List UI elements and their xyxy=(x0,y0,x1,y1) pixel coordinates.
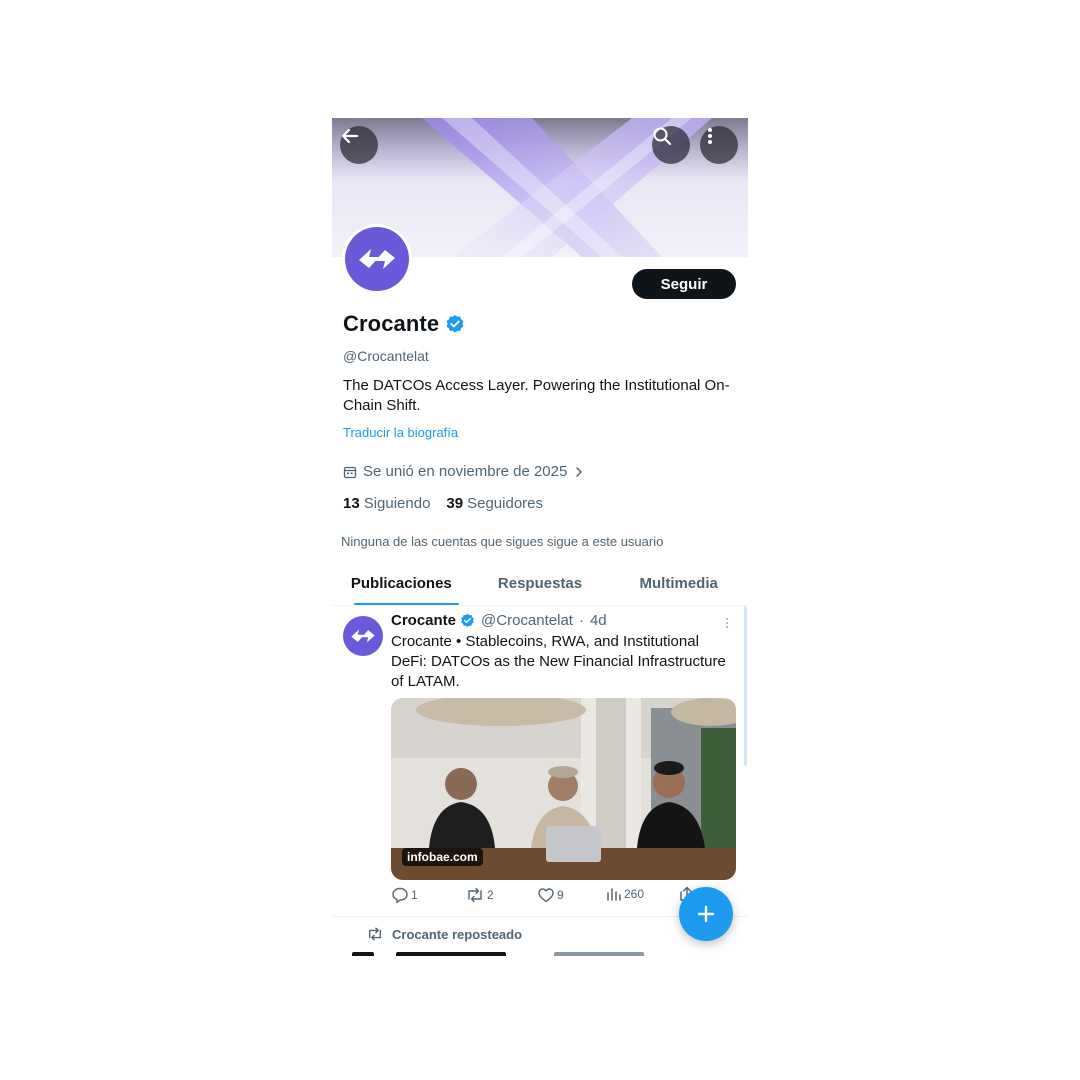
reply-button[interactable]: 1 xyxy=(391,886,418,904)
following-label: Siguiendo xyxy=(363,495,431,512)
tweet-header: Crocante @Crocantelat · 4d xyxy=(391,612,607,629)
tweet[interactable]: Crocante @Crocantelat · 4d Crocante • St… xyxy=(332,606,748,916)
joined-date-row[interactable]: Se unió en noviembre de 2025 xyxy=(343,463,585,480)
verified-badge-icon xyxy=(446,315,464,333)
reply-icon xyxy=(392,887,408,904)
like-count: 9 xyxy=(557,888,564,902)
followers-label: Seguidores xyxy=(467,495,543,512)
search-icon xyxy=(653,127,672,146)
repost-button[interactable]: 2 xyxy=(465,886,494,904)
heart-icon xyxy=(538,888,554,903)
profile-name-row: Crocante xyxy=(343,311,465,337)
profile-handle: @Crocantelat xyxy=(343,348,429,364)
like-button[interactable]: 9 xyxy=(537,886,564,904)
profile-tabs: Publicaciones Respuestas Multimedia xyxy=(332,570,748,606)
mutual-followers-note: Ninguna de las cuentas que sigues sigue … xyxy=(341,534,664,549)
repost-count: 2 xyxy=(487,888,494,902)
reply-count: 1 xyxy=(411,888,418,902)
analytics-icon xyxy=(607,888,621,901)
tweet-media-card[interactable]: infobae.com xyxy=(391,698,736,880)
more-options-button[interactable] xyxy=(700,126,738,164)
media-source-label: infobae.com xyxy=(402,848,483,866)
follow-stats: 13 Siguiendo 39 Seguidores xyxy=(343,495,543,512)
more-vertical-icon xyxy=(708,128,712,144)
following-link[interactable]: 13 Siguiendo xyxy=(343,495,430,512)
follow-button[interactable]: Seguir xyxy=(632,269,736,299)
following-count: 13 xyxy=(343,495,360,512)
repost-icon xyxy=(368,927,382,941)
crocante-logo-icon xyxy=(351,629,375,643)
more-vertical-icon xyxy=(725,617,729,629)
tab-publicaciones[interactable]: Publicaciones xyxy=(332,570,471,606)
profile-name: Crocante xyxy=(343,311,440,336)
tab-label: Respuestas xyxy=(497,575,583,592)
repost-context: Crocante reposteado xyxy=(366,926,522,942)
tweet-avatar[interactable] xyxy=(343,616,383,656)
profile-avatar[interactable] xyxy=(342,224,412,294)
tab-multimedia[interactable]: Multimedia xyxy=(609,570,748,606)
calendar-icon xyxy=(343,466,357,478)
arrow-left-icon xyxy=(341,128,359,144)
followers-count: 39 xyxy=(446,495,464,512)
tab-label: Publicaciones xyxy=(350,575,452,592)
chevron-right-icon xyxy=(576,466,583,477)
compose-button[interactable] xyxy=(679,887,733,941)
tweet-text: Crocante • Stablecoins, RWA, and Institu… xyxy=(391,633,726,690)
translate-bio-link[interactable]: Traducir la biografía xyxy=(343,425,458,440)
crocante-logo-icon xyxy=(359,249,395,269)
tweet-time: 4d xyxy=(589,612,607,629)
views-count: 260 xyxy=(624,887,645,901)
tweet-author-handle: @Crocantelat xyxy=(481,612,573,629)
next-tweet-header-cropped xyxy=(352,951,712,956)
profile-screen: Seguir Crocante @Crocantelat The DATCOs … xyxy=(332,118,748,956)
tweet-author-name[interactable]: Crocante xyxy=(391,612,456,629)
scrollbar[interactable] xyxy=(744,606,747,766)
joined-date: Se unió en noviembre de 2025 xyxy=(363,463,568,480)
views-button[interactable]: 260 xyxy=(606,886,644,902)
back-button[interactable] xyxy=(340,126,378,164)
tab-respuestas[interactable]: Respuestas xyxy=(471,570,610,606)
search-button[interactable] xyxy=(652,126,690,164)
repost-context-label: Crocante reposteado xyxy=(392,926,523,942)
tweet-separator: · xyxy=(578,612,584,629)
followers-link[interactable]: 39 Seguidores xyxy=(446,495,543,512)
repost-icon xyxy=(468,887,482,903)
profile-bio: The DATCOs Access Layer. Powering the In… xyxy=(343,377,730,414)
plus-icon xyxy=(697,905,715,923)
tab-label: Multimedia xyxy=(639,575,718,592)
verified-badge-icon xyxy=(461,613,474,627)
